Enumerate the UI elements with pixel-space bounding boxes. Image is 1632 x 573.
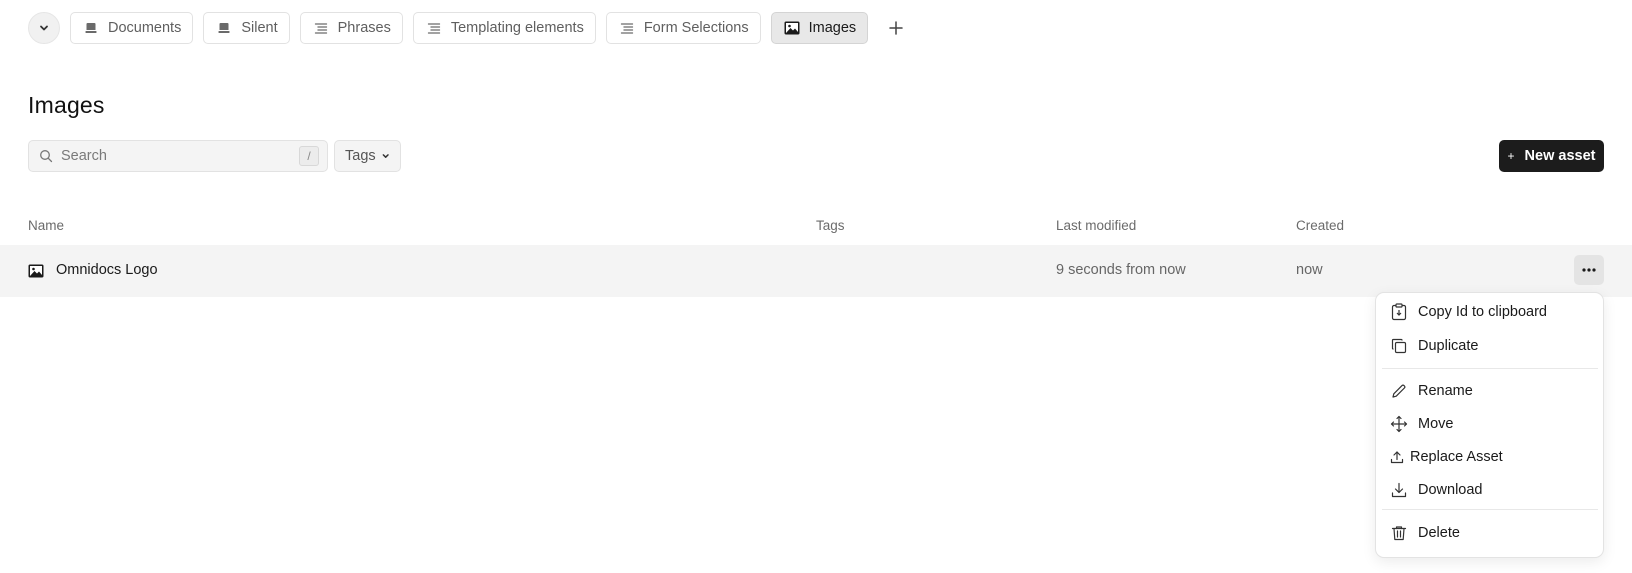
menu-item-label: Rename bbox=[1418, 383, 1473, 399]
duplicate-icon bbox=[1390, 337, 1408, 355]
chevron-down-icon bbox=[382, 154, 389, 158]
menu-item-download[interactable]: Download bbox=[1390, 478, 1483, 502]
tags-filter-dropdown[interactable]: Tags bbox=[334, 140, 401, 172]
column-header-tags[interactable]: Tags bbox=[816, 218, 845, 233]
search-input[interactable] bbox=[61, 148, 299, 164]
stack-icon bbox=[83, 20, 99, 36]
search-icon bbox=[40, 150, 53, 163]
menu-item-label: Download bbox=[1418, 482, 1483, 498]
new-asset-button[interactable]: + New asset bbox=[1499, 140, 1604, 172]
menu-item-label: Duplicate bbox=[1418, 338, 1479, 354]
menu-item-label: Move bbox=[1418, 416, 1454, 432]
tab-phrases[interactable]: Phrases bbox=[299, 12, 403, 44]
menu-item-duplicate[interactable]: Duplicate bbox=[1390, 334, 1478, 358]
menu-item-rename[interactable]: Rename bbox=[1390, 379, 1473, 403]
tab-label: Phrases bbox=[337, 20, 391, 36]
row-created: now bbox=[1296, 262, 1323, 278]
tab-form-selections[interactable]: Form Selections bbox=[605, 12, 761, 44]
text-lines-icon bbox=[426, 20, 442, 36]
move-arrows-icon bbox=[1390, 415, 1408, 433]
upload-icon bbox=[1390, 448, 1404, 466]
menu-item-label: Replace Asset bbox=[1410, 449, 1503, 465]
tab-label: Images bbox=[808, 20, 857, 36]
new-asset-label: New asset bbox=[1524, 148, 1596, 164]
tab-bar: Documents Silent Phrases Templating elem… bbox=[28, 12, 910, 44]
menu-item-label: Delete bbox=[1418, 525, 1460, 541]
column-header-created[interactable]: Created bbox=[1296, 218, 1344, 233]
stack-icon bbox=[216, 20, 232, 36]
image-icon bbox=[28, 264, 44, 278]
trash-icon bbox=[1390, 524, 1408, 542]
tags-filter-label: Tags bbox=[345, 148, 376, 164]
more-horizontal-icon bbox=[1582, 268, 1596, 272]
tab-images[interactable]: Images bbox=[770, 12, 869, 44]
add-tab-button[interactable] bbox=[882, 14, 910, 42]
image-icon bbox=[784, 20, 800, 36]
text-lines-icon bbox=[313, 20, 329, 36]
row-context-menu: Copy Id to clipboard Duplicate Rename Mo… bbox=[1375, 292, 1604, 558]
download-icon bbox=[1390, 481, 1408, 499]
menu-divider bbox=[1382, 509, 1598, 510]
menu-item-replace-asset[interactable]: Replace Asset bbox=[1390, 445, 1503, 469]
column-header-name[interactable]: Name bbox=[28, 218, 64, 233]
menu-item-move[interactable]: Move bbox=[1390, 412, 1453, 436]
tab-label: Documents bbox=[108, 20, 182, 36]
menu-item-label: Copy Id to clipboard bbox=[1418, 304, 1547, 320]
plus-icon bbox=[889, 21, 903, 35]
collapse-tabs-button[interactable] bbox=[28, 12, 60, 44]
search-shortcut-hint: / bbox=[299, 146, 319, 166]
menu-item-delete[interactable]: Delete bbox=[1390, 521, 1460, 545]
table-row[interactable]: Omnidocs Logo 9 seconds from now now bbox=[0, 245, 1632, 297]
search-box[interactable]: / bbox=[28, 140, 328, 172]
menu-divider bbox=[1382, 368, 1598, 369]
column-header-last-modified[interactable]: Last modified bbox=[1056, 218, 1136, 233]
tab-documents[interactable]: Documents bbox=[70, 12, 194, 44]
row-last-modified: 9 seconds from now bbox=[1056, 262, 1186, 278]
row-actions-button[interactable] bbox=[1574, 255, 1604, 285]
text-lines-icon bbox=[619, 20, 635, 36]
clipboard-icon bbox=[1390, 303, 1408, 321]
row-name[interactable]: Omnidocs Logo bbox=[56, 262, 158, 278]
page-title: Images bbox=[28, 92, 105, 118]
plus-icon: + bbox=[1507, 149, 1515, 163]
tab-label: Silent bbox=[241, 20, 278, 36]
chevron-down-icon bbox=[40, 25, 48, 31]
tab-templating-elements[interactable]: Templating elements bbox=[412, 12, 596, 44]
pencil-icon bbox=[1390, 382, 1408, 400]
tab-silent[interactable]: Silent bbox=[203, 12, 290, 44]
tab-label: Form Selections bbox=[643, 20, 749, 36]
menu-item-copy-id[interactable]: Copy Id to clipboard bbox=[1390, 300, 1547, 324]
tab-label: Templating elements bbox=[450, 20, 584, 36]
